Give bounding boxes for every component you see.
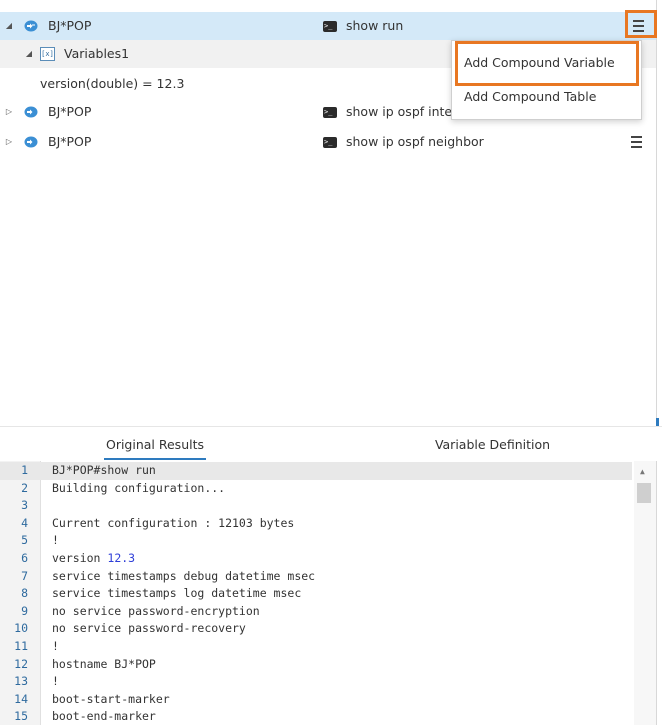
code-viewer[interactable]: 1 BJ*POP#show run 2 Building configuration.… (0, 461, 662, 725)
network-device-icon (24, 20, 38, 32)
code-text: version 12.3 (52, 550, 135, 568)
line-number: 8 (21, 586, 28, 601)
expand-toggle-icon[interactable]: ▷ (4, 128, 14, 156)
tree-panel: ◢ BJ*POP >_ show run ◢ [x] Variables1 ve… (0, 0, 657, 426)
code-line: 11! (0, 638, 632, 656)
code-text-segment: hostname BJ*POP (52, 656, 156, 671)
code-line: 5! (0, 532, 632, 550)
menu-item-highlight (455, 41, 639, 86)
expand-toggle-icon[interactable]: ◢ (4, 12, 14, 40)
code-text-segment: boot-start-marker (52, 691, 170, 706)
line-number: 5 (21, 533, 28, 548)
code-text: no service password-encryption (52, 603, 260, 621)
code-text: ! (52, 532, 59, 550)
scroll-up-arrow-icon[interactable]: ▲ (640, 468, 645, 476)
code-text-segment: Current configuration : 12103 bytes (52, 515, 295, 530)
line-number: 6 (21, 551, 28, 565)
line-number: 7 (21, 568, 28, 583)
menu-button-highlight (625, 10, 657, 38)
line-number: 14 (14, 691, 28, 706)
tab-variable-definition[interactable]: Variable Definition (420, 427, 565, 461)
command-label: show ip ospf inte (346, 104, 453, 119)
code-line: 14 boot-start-marker (0, 691, 632, 709)
variables-label: Variables1 (64, 46, 130, 61)
line-number: 11 (14, 639, 28, 653)
line-number: 4 (21, 515, 28, 530)
active-tab-indicator (104, 458, 206, 460)
code-line: 10 no service password-recovery (0, 620, 632, 638)
terminal-icon: >_ (323, 137, 337, 148)
code-text: no service password-recovery (52, 620, 246, 638)
code-text: Current configuration : 12103 bytes (52, 515, 294, 533)
line-number: 13 (14, 674, 28, 689)
code-text-segment: service timestamps log datetime msec (52, 586, 302, 601)
code-text-segment: ! (52, 674, 59, 689)
code-text: ! (52, 673, 59, 691)
vertical-scrollbar[interactable]: ▲ (634, 461, 656, 725)
command-label: show run (346, 18, 404, 33)
code-text-segment: version (52, 551, 108, 565)
device-name: BJ*POP (48, 104, 92, 119)
code-number-token: 12.3 (107, 551, 136, 565)
device-name: BJ*POP (48, 134, 92, 149)
result-tabs: Original Results Variable Definition (0, 426, 662, 461)
command-label: show ip ospf neighbor (346, 134, 484, 149)
scrollbar-thumb[interactable] (637, 483, 651, 503)
code-line: 4 Current configuration : 12103 bytes (0, 515, 632, 533)
code-line: 13! (0, 673, 632, 691)
code-text-segment: BJ*POP#show run (52, 463, 156, 477)
variable-entry-label: version(double) = 12.3 (40, 76, 185, 91)
code-line: 3 (0, 497, 632, 515)
code-text: Building configuration... (52, 480, 225, 498)
terminal-icon: >_ (323, 21, 337, 32)
code-line: 6 version 12.3 (0, 550, 632, 568)
code-text-segment: ! (52, 533, 59, 548)
code-line: 12 hostname BJ*POP (0, 656, 632, 674)
line-number: 10 (14, 621, 28, 636)
code-text: boot-start-marker (52, 691, 170, 709)
code-line: 1 BJ*POP#show run (0, 462, 632, 480)
line-number: 1 (21, 463, 28, 477)
expand-toggle-icon[interactable]: ◢ (24, 40, 34, 68)
line-number: 9 (21, 603, 28, 618)
variable-icon: [x] (40, 47, 55, 61)
panel-right-border (656, 461, 657, 725)
network-device-icon (24, 106, 38, 118)
code-line: 8 service timestamps log datetime msec (0, 585, 632, 603)
code-text: hostname BJ*POP (52, 656, 156, 674)
tree-row-show-run[interactable]: ◢ BJ*POP >_ show run (0, 12, 656, 40)
code-text: boot-end-marker (52, 708, 156, 726)
tab-original-results[interactable]: Original Results (95, 427, 215, 461)
terminal-icon: >_ (323, 107, 337, 118)
code-text-segment: no service password-encryption (52, 603, 260, 618)
code-text-segment: ! (52, 639, 59, 653)
code-line: 15 boot-end-marker (0, 708, 632, 726)
code-text: service timestamps log datetime msec (52, 585, 301, 603)
code-text: ! (52, 638, 59, 656)
code-text-segment: Building configuration... (52, 480, 226, 495)
code-text-segment: no service password-recovery (52, 621, 246, 636)
code-text: BJ*POP#show run (52, 462, 156, 480)
network-device-icon (24, 136, 38, 148)
hamburger-menu-icon (630, 136, 642, 138)
code-text-segment: boot-end-marker (52, 709, 156, 724)
line-number: 15 (14, 709, 28, 724)
tree-row-show-ip-ospf-neighbor[interactable]: ▷ BJ*POP >_ show ip ospf neighbor (0, 128, 656, 156)
row-menu-button[interactable] (626, 132, 646, 152)
line-number: 2 (21, 480, 28, 495)
line-number: 3 (21, 498, 28, 513)
code-line: 7 service timestamps debug datetime msec (0, 568, 632, 586)
line-number: 12 (14, 656, 28, 671)
code-line: 9 no service password-encryption (0, 603, 632, 621)
expand-toggle-icon[interactable]: ▷ (4, 98, 14, 126)
code-text: service timestamps debug datetime msec (52, 568, 315, 586)
code-text-segment: service timestamps debug datetime msec (52, 568, 316, 583)
code-line: 2 Building configuration... (0, 480, 632, 498)
device-name: BJ*POP (48, 18, 92, 33)
tree-top-strip (0, 0, 656, 11)
